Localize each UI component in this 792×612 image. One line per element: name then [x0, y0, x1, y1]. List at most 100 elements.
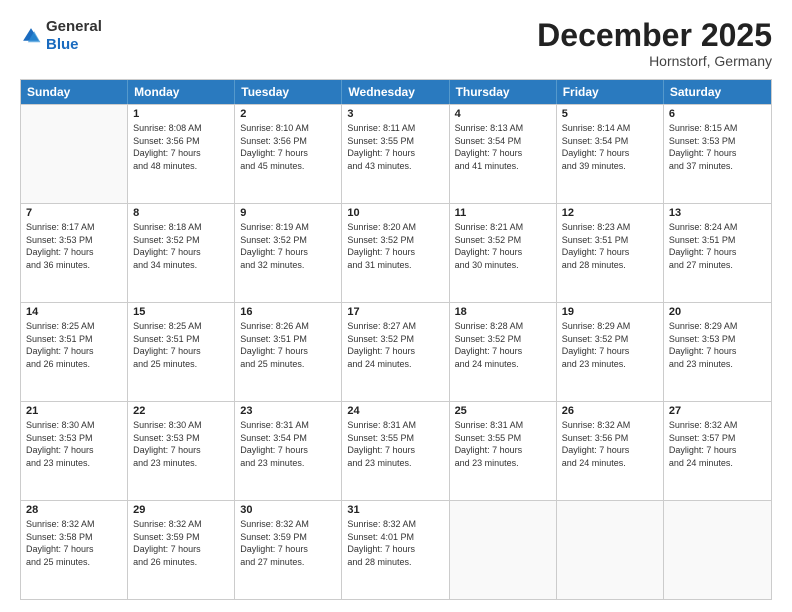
cell-info: Sunrise: 8:32 AM Sunset: 4:01 PM Dayligh…: [347, 518, 443, 568]
cal-cell: 30 Sunrise: 8:32 AM Sunset: 3:59 PM Dayli…: [235, 501, 342, 599]
cell-info: Sunrise: 8:32 AM Sunset: 3:59 PM Dayligh…: [133, 518, 229, 568]
cell-info: Sunrise: 8:26 AM Sunset: 3:51 PM Dayligh…: [240, 320, 336, 370]
cell-info: Sunrise: 8:27 AM Sunset: 3:52 PM Dayligh…: [347, 320, 443, 370]
cell-info: Sunrise: 8:29 AM Sunset: 3:53 PM Dayligh…: [669, 320, 766, 370]
cell-date: 17: [347, 306, 443, 318]
week-row-2: 7 Sunrise: 8:17 AM Sunset: 3:53 PM Daylig…: [21, 203, 771, 302]
cell-info: Sunrise: 8:31 AM Sunset: 3:55 PM Dayligh…: [347, 419, 443, 469]
day-header-thursday: Thursday: [450, 80, 557, 104]
cell-date: 25: [455, 405, 551, 417]
cell-info: Sunrise: 8:17 AM Sunset: 3:53 PM Dayligh…: [26, 221, 122, 271]
cal-cell: 24Sunrise: 8:31 AM Sunset: 3:55 PM Dayli…: [342, 402, 449, 500]
cell-info: Sunrise: 8:21 AM Sunset: 3:52 PM Dayligh…: [455, 221, 551, 271]
cal-cell: 23Sunrise: 8:31 AM Sunset: 3:54 PM Dayli…: [235, 402, 342, 500]
cal-cell: 8Sunrise: 8:18 AM Sunset: 3:52 PM Daylig…: [128, 204, 235, 302]
cell-info: Sunrise: 8:31 AM Sunset: 3:55 PM Dayligh…: [455, 419, 551, 469]
cell-info: Sunrise: 8:10 AM Sunset: 3:56 PM Dayligh…: [240, 122, 336, 172]
week-row-4: 21 Sunrise: 8:30 AM Sunset: 3:53 PM Dayli…: [21, 401, 771, 500]
cal-cell: 9 Sunrise: 8:19 AM Sunset: 3:52 PM Daylig…: [235, 204, 342, 302]
cell-info: Sunrise: 8:32 AM Sunset: 3:58 PM Dayligh…: [26, 518, 122, 568]
cal-cell: 2 Sunrise: 8:10 AM Sunset: 3:56 PM Daylig…: [235, 105, 342, 203]
calendar-body: 1 Sunrise: 8:08 AM Sunset: 3:56 PM Daylig…: [21, 104, 771, 599]
cell-date: 2: [240, 108, 336, 120]
cal-cell: [450, 501, 557, 599]
cal-cell: [21, 105, 128, 203]
cell-date: 19: [562, 306, 658, 318]
week-row-1: 1 Sunrise: 8:08 AM Sunset: 3:56 PM Daylig…: [21, 104, 771, 203]
cell-info: Sunrise: 8:11 AM Sunset: 3:55 PM Dayligh…: [347, 122, 443, 172]
cal-cell: 18Sunrise: 8:28 AM Sunset: 3:52 PM Dayli…: [450, 303, 557, 401]
calendar-header-row: SundayMondayTuesdayWednesdayThursdayFrid…: [21, 80, 771, 104]
cell-date: 13: [669, 207, 766, 219]
cal-cell: 12 Sunrise: 8:23 AM Sunset: 3:51 PM Dayli…: [557, 204, 664, 302]
cal-cell: 15 Sunrise: 8:25 AM Sunset: 3:51 PM Dayli…: [128, 303, 235, 401]
cal-cell: 31 Sunrise: 8:32 AM Sunset: 4:01 PM Dayli…: [342, 501, 449, 599]
header: General Blue December 2025 Hornstorf, Ge…: [20, 18, 772, 69]
cal-cell: 19Sunrise: 8:29 AM Sunset: 3:52 PM Dayli…: [557, 303, 664, 401]
cell-date: 15: [133, 306, 229, 318]
cell-info: Sunrise: 8:13 AM Sunset: 3:54 PM Dayligh…: [455, 122, 551, 172]
cell-date: 20: [669, 306, 766, 318]
cell-date: 18: [455, 306, 551, 318]
cal-cell: 20 Sunrise: 8:29 AM Sunset: 3:53 PM Dayli…: [664, 303, 771, 401]
cell-info: Sunrise: 8:30 AM Sunset: 3:53 PM Dayligh…: [133, 419, 229, 469]
cal-cell: 27 Sunrise: 8:32 AM Sunset: 3:57 PM Dayli…: [664, 402, 771, 500]
day-header-monday: Monday: [128, 80, 235, 104]
cell-info: Sunrise: 8:18 AM Sunset: 3:52 PM Dayligh…: [133, 221, 229, 271]
cal-cell: 4 Sunrise: 8:13 AM Sunset: 3:54 PM Daylig…: [450, 105, 557, 203]
cell-info: Sunrise: 8:23 AM Sunset: 3:51 PM Dayligh…: [562, 221, 658, 271]
cell-date: 9: [240, 207, 336, 219]
cell-date: 22: [133, 405, 229, 417]
cal-cell: 6Sunrise: 8:15 AM Sunset: 3:53 PM Daylig…: [664, 105, 771, 203]
cal-cell: 26 Sunrise: 8:32 AM Sunset: 3:56 PM Dayli…: [557, 402, 664, 500]
month-title: December 2025: [537, 18, 772, 53]
cal-cell: 3Sunrise: 8:11 AM Sunset: 3:55 PM Daylig…: [342, 105, 449, 203]
cell-info: Sunrise: 8:24 AM Sunset: 3:51 PM Dayligh…: [669, 221, 766, 271]
cal-cell: 17 Sunrise: 8:27 AM Sunset: 3:52 PM Dayli…: [342, 303, 449, 401]
cell-date: 21: [26, 405, 122, 417]
cell-date: 28: [26, 504, 122, 516]
cell-info: Sunrise: 8:32 AM Sunset: 3:57 PM Dayligh…: [669, 419, 766, 469]
logo-icon: [20, 25, 42, 47]
cell-date: 1: [133, 108, 229, 120]
cell-date: 29: [133, 504, 229, 516]
cell-info: Sunrise: 8:32 AM Sunset: 3:59 PM Dayligh…: [240, 518, 336, 568]
cell-date: 10: [347, 207, 443, 219]
day-header-tuesday: Tuesday: [235, 80, 342, 104]
cell-date: 16: [240, 306, 336, 318]
page: General Blue December 2025 Hornstorf, Ge…: [0, 0, 792, 612]
day-header-saturday: Saturday: [664, 80, 771, 104]
cal-cell: 7 Sunrise: 8:17 AM Sunset: 3:53 PM Daylig…: [21, 204, 128, 302]
cell-info: Sunrise: 8:08 AM Sunset: 3:56 PM Dayligh…: [133, 122, 229, 172]
cell-info: Sunrise: 8:25 AM Sunset: 3:51 PM Dayligh…: [133, 320, 229, 370]
cal-cell: 13 Sunrise: 8:24 AM Sunset: 3:51 PM Dayli…: [664, 204, 771, 302]
cell-info: Sunrise: 8:19 AM Sunset: 3:52 PM Dayligh…: [240, 221, 336, 271]
cell-date: 30: [240, 504, 336, 516]
cal-cell: 29 Sunrise: 8:32 AM Sunset: 3:59 PM Dayli…: [128, 501, 235, 599]
cal-cell: 16 Sunrise: 8:26 AM Sunset: 3:51 PM Dayli…: [235, 303, 342, 401]
cell-info: Sunrise: 8:25 AM Sunset: 3:51 PM Dayligh…: [26, 320, 122, 370]
cell-date: 31: [347, 504, 443, 516]
cell-date: 6: [669, 108, 766, 120]
cell-date: 11: [455, 207, 551, 219]
cell-date: 4: [455, 108, 551, 120]
cal-cell: 10Sunrise: 8:20 AM Sunset: 3:52 PM Dayli…: [342, 204, 449, 302]
cal-cell: 5Sunrise: 8:14 AM Sunset: 3:54 PM Daylig…: [557, 105, 664, 203]
location: Hornstorf, Germany: [537, 53, 772, 69]
cal-cell: 22 Sunrise: 8:30 AM Sunset: 3:53 PM Dayli…: [128, 402, 235, 500]
cal-cell: 28 Sunrise: 8:32 AM Sunset: 3:58 PM Dayli…: [21, 501, 128, 599]
week-row-5: 28 Sunrise: 8:32 AM Sunset: 3:58 PM Dayli…: [21, 500, 771, 599]
cell-date: 26: [562, 405, 658, 417]
cal-cell: [557, 501, 664, 599]
cell-date: 27: [669, 405, 766, 417]
title-block: December 2025 Hornstorf, Germany: [537, 18, 772, 69]
cell-info: Sunrise: 8:32 AM Sunset: 3:56 PM Dayligh…: [562, 419, 658, 469]
cal-cell: 1 Sunrise: 8:08 AM Sunset: 3:56 PM Daylig…: [128, 105, 235, 203]
logo-text: General Blue: [46, 18, 102, 54]
cal-cell: 25 Sunrise: 8:31 AM Sunset: 3:55 PM Dayli…: [450, 402, 557, 500]
cell-date: 14: [26, 306, 122, 318]
cell-date: 7: [26, 207, 122, 219]
cell-date: 12: [562, 207, 658, 219]
day-header-sunday: Sunday: [21, 80, 128, 104]
calendar: SundayMondayTuesdayWednesdayThursdayFrid…: [20, 79, 772, 600]
